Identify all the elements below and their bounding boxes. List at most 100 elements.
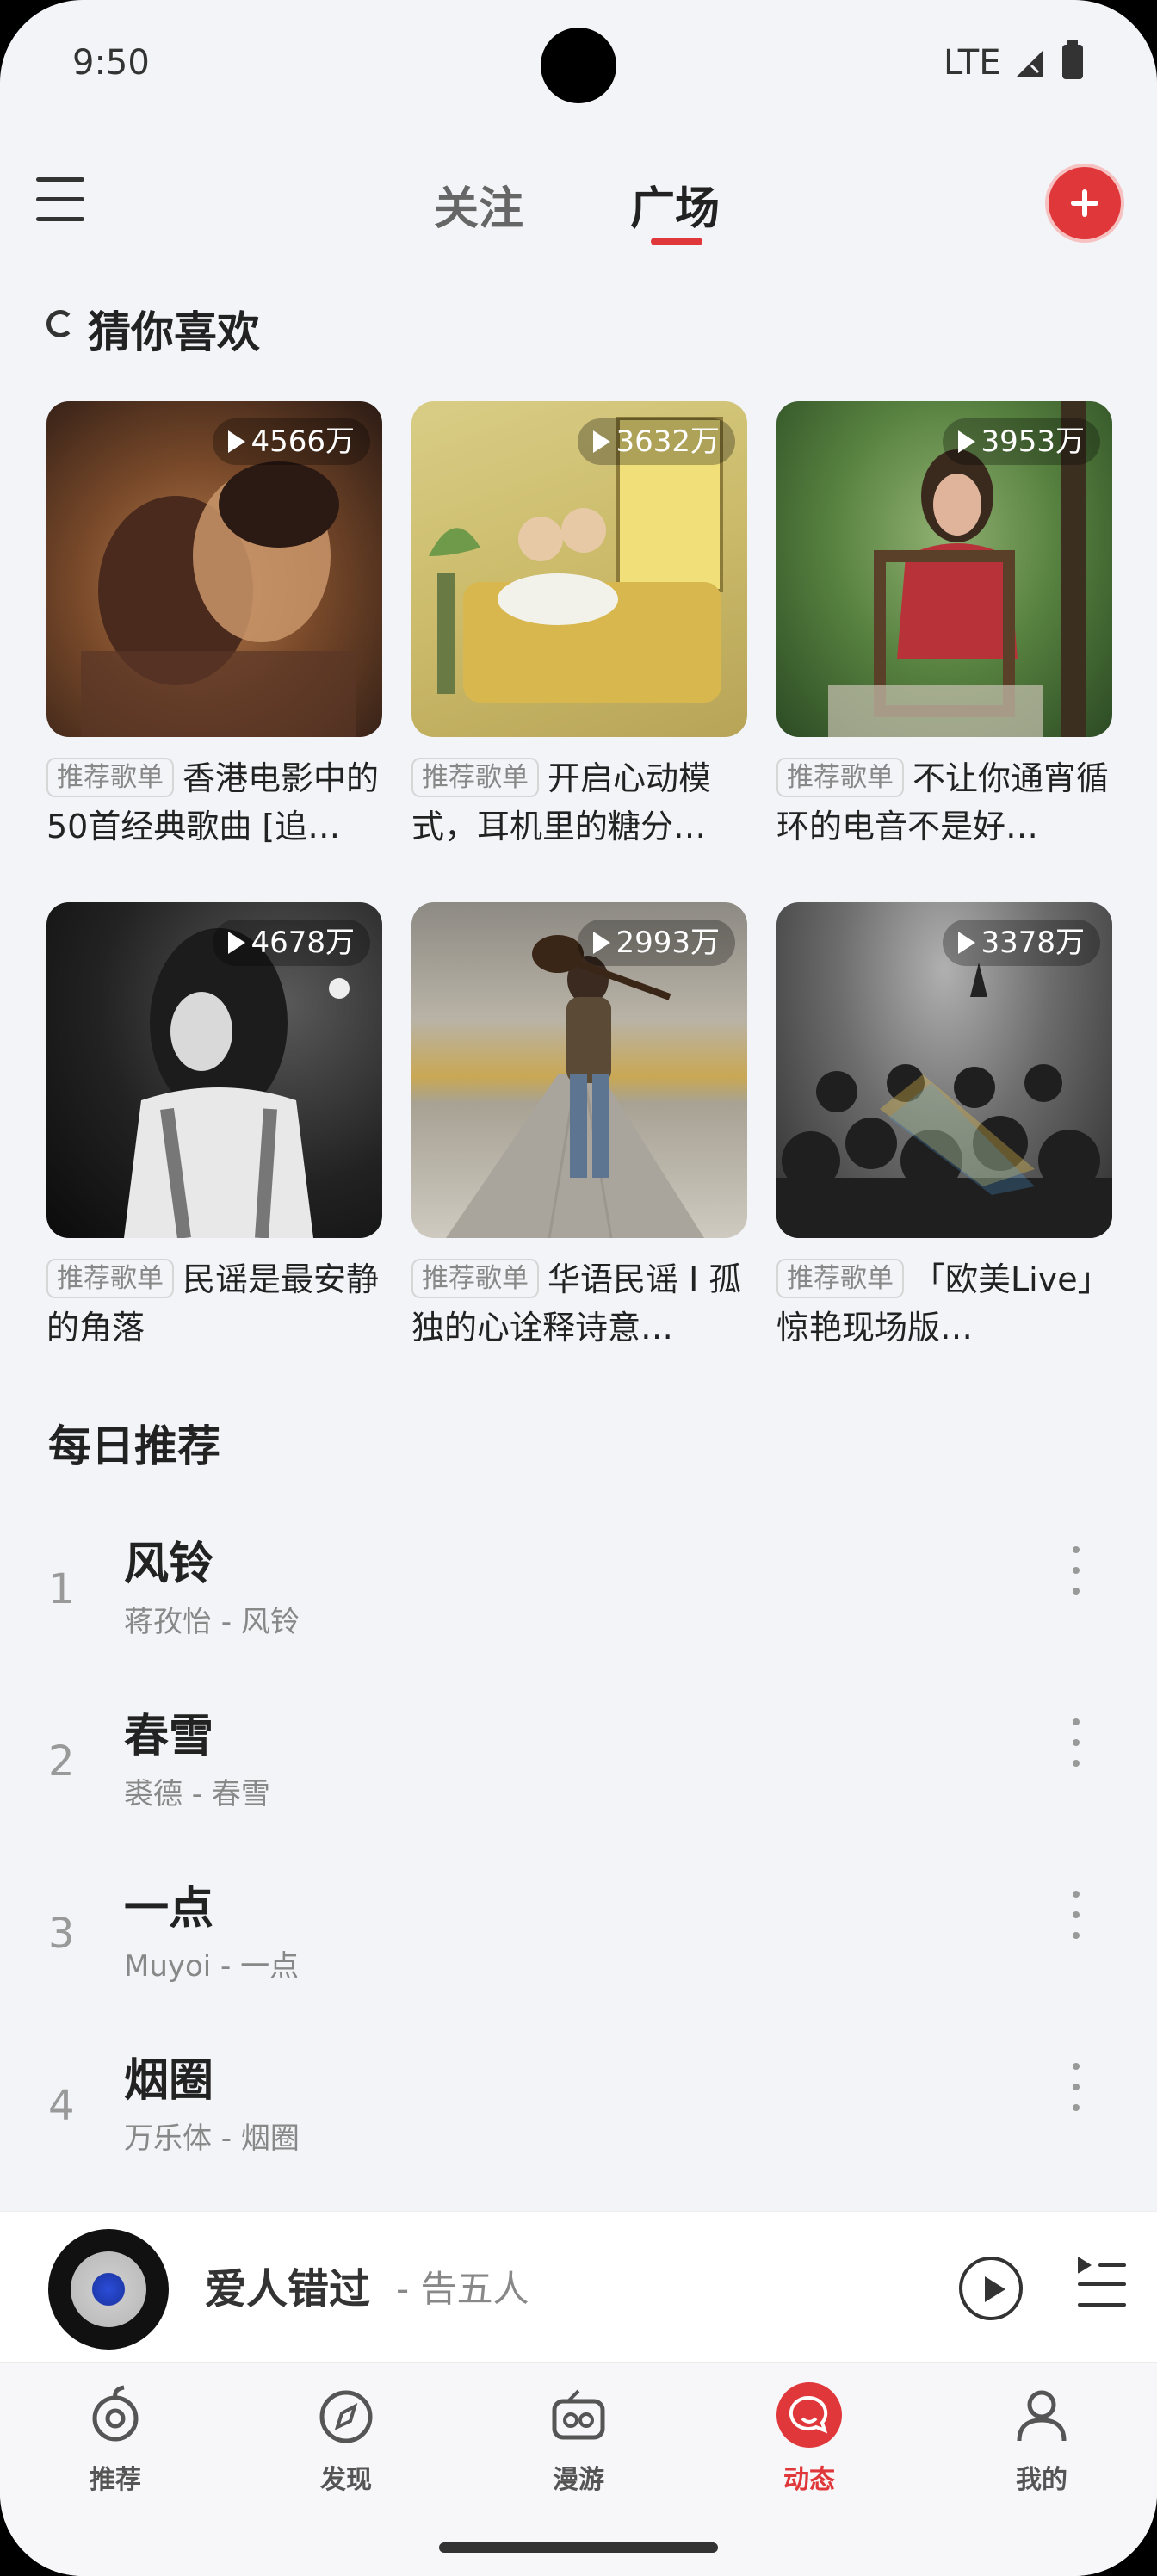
album-art (71, 2251, 146, 2327)
playlist-card[interactable]: 3632万 推荐歌单 开启心动模式，耳机里的糖分… (411, 401, 747, 851)
song-row[interactable]: 3 一点 Muyoi - 一点 (0, 1860, 1157, 2032)
playlist-card[interactable]: 3953万 推荐歌单 不让你通宵循环的电音不是好… (776, 401, 1112, 851)
play-count: 3632万 (578, 418, 735, 465)
more-options-icon[interactable] (1067, 2063, 1085, 2115)
playlist-cover[interactable]: 2993万 (411, 902, 747, 1238)
nav-item-moments[interactable]: 动态 (749, 2381, 869, 2496)
active-tab-indicator (651, 238, 702, 245)
now-playing-title: 爱人错过 (205, 2265, 371, 2313)
playlist-cover[interactable]: 3378万 (776, 902, 1112, 1238)
playlist-tag: 推荐歌单 (46, 758, 174, 797)
playlist-tag: 推荐歌单 (411, 1259, 539, 1298)
song-title: 烟圈 (124, 2055, 214, 2107)
nav-label: 动态 (783, 2465, 835, 2495)
song-number: 1 (48, 1565, 75, 1613)
play-count-value: 3953万 (981, 424, 1085, 459)
album-disc[interactable] (48, 2229, 169, 2350)
section-title-daily: 每日推荐 (48, 1421, 220, 1471)
tab-square[interactable]: 广场 (630, 172, 720, 237)
playlist-tag: 推荐歌单 (411, 758, 539, 797)
nav-item-roam[interactable]: 漫游 (518, 2381, 639, 2496)
song-title: 春雪 (124, 1711, 214, 1762)
song-number: 2 (48, 1737, 75, 1786)
play-count: 4566万 (213, 418, 370, 465)
now-playing-artist: - 告五人 (396, 2268, 529, 2310)
playlist-tag: 推荐歌单 (776, 758, 904, 797)
recommend-icon (92, 2385, 139, 2442)
more-options-icon[interactable] (1067, 1718, 1085, 1770)
playlist-tag: 推荐歌单 (776, 1259, 904, 1298)
play-count-value: 3632万 (616, 424, 720, 459)
playlist-title: 推荐歌单 不让你通宵循环的电音不是好… (776, 754, 1112, 851)
play-button[interactable] (959, 2257, 1023, 2320)
menu-button[interactable] (36, 177, 84, 222)
nav-item-recommend[interactable]: 推荐 (55, 2381, 176, 2496)
camera-cutout (541, 28, 616, 103)
playlist-card[interactable]: 2993万 推荐歌单 华语民谣 I 孤独的心诠释诗意… (411, 902, 747, 1352)
song-title: 一点 (124, 1883, 214, 1935)
status-bar: 9:50 LTE (0, 0, 1157, 129)
home-indicator[interactable] (439, 2542, 718, 2553)
person-icon (1017, 2390, 1067, 2442)
song-row[interactable]: 4 烟圈 万乐体 - 烟圈 (0, 2032, 1157, 2204)
playlist-cover[interactable]: 3632万 (411, 401, 747, 737)
playlist-queue-icon[interactable] (1078, 2257, 1126, 2313)
nav-item-mine[interactable]: 我的 (981, 2381, 1102, 2496)
play-count-icon (593, 932, 611, 954)
mini-player[interactable]: 爱人错过 - 告五人 (0, 2211, 1157, 2362)
song-number: 4 (48, 2082, 75, 2130)
nav-label: 漫游 (553, 2465, 604, 2495)
song-artist-album: 万乐体 - 烟圈 (124, 2121, 300, 2156)
nav-item-discover[interactable]: 发现 (286, 2381, 406, 2496)
playlist-cover[interactable]: 4678万 (46, 902, 382, 1238)
song-number: 3 (48, 1910, 75, 1958)
playlist-title: 推荐歌单 香港电影中的50首经典歌曲 [追… (46, 754, 382, 851)
tab-follow[interactable]: 关注 (434, 172, 523, 237)
status-time: 9:50 (72, 43, 150, 83)
play-count-icon (593, 430, 611, 453)
playlist-title: 推荐歌单 华语民谣 I 孤独的心诠释诗意… (411, 1255, 747, 1352)
play-count-value: 4566万 (251, 424, 355, 459)
playlist-title: 推荐歌单 「欧美Live」惊艳现场版… (776, 1255, 1112, 1352)
play-count-icon (958, 430, 976, 453)
play-count-value: 3378万 (981, 926, 1085, 960)
song-title: 风铃 (124, 1539, 214, 1590)
play-count: 3378万 (943, 920, 1100, 966)
playlist-tag: 推荐歌单 (46, 1259, 174, 1298)
nav-label: 发现 (320, 2465, 372, 2495)
play-count-value: 2993万 (616, 926, 720, 960)
bottom-navigation: 推荐 发现 漫游 动态 我的 (0, 2362, 1157, 2576)
signal-icon (1016, 50, 1043, 77)
play-count-icon (228, 430, 246, 453)
chat-icon (776, 2382, 842, 2448)
playlist-title: 推荐歌单 开启心动模式，耳机里的糖分… (411, 754, 747, 851)
app-screen: 9:50 LTE 关注 广场 猜你喜欢 4566万 推荐歌单 香港电影中的50首经… (0, 0, 1157, 2576)
compass-icon (319, 2390, 373, 2443)
network-type: LTE (944, 43, 1001, 83)
more-options-icon[interactable] (1067, 1546, 1085, 1598)
playlist-card[interactable]: 3378万 推荐歌单 「欧美Live」惊艳现场版… (776, 902, 1112, 1352)
battery-icon (1062, 40, 1083, 79)
play-count: 4678万 (213, 920, 370, 966)
playlist-card[interactable]: 4566万 推荐歌单 香港电影中的50首经典歌曲 [追… (46, 401, 382, 851)
song-artist-album: 蒋孜怡 - 风铃 (124, 1605, 300, 1639)
play-count: 3953万 (943, 418, 1100, 465)
more-options-icon[interactable] (1067, 1891, 1085, 1942)
play-count-icon (958, 932, 976, 954)
nav-label: 推荐 (90, 2465, 141, 2495)
radio-icon (552, 2389, 605, 2440)
play-count-value: 4678万 (251, 926, 355, 960)
song-artist-album: 裘德 - 春雪 (124, 1777, 270, 1811)
playlist-card[interactable]: 4678万 推荐歌单 民谣是最安静的角落 (46, 902, 382, 1352)
playlist-cover[interactable]: 4566万 (46, 401, 382, 737)
play-count-icon (228, 932, 246, 954)
song-row[interactable]: 2 春雪 裘德 - 春雪 (0, 1687, 1157, 1860)
add-button[interactable] (1049, 167, 1121, 239)
playlist-title: 推荐歌单 民谣是最安静的角落 (46, 1255, 382, 1352)
song-row[interactable]: 1 风铃 蒋孜怡 - 风铃 (0, 1515, 1157, 1687)
song-artist-album: Muyoi - 一点 (124, 1949, 300, 1984)
nav-label: 我的 (1016, 2465, 1067, 2495)
section-title-guess: 猜你喜欢 (88, 307, 260, 357)
playlist-cover[interactable]: 3953万 (776, 401, 1112, 737)
refresh-icon[interactable] (46, 310, 74, 337)
